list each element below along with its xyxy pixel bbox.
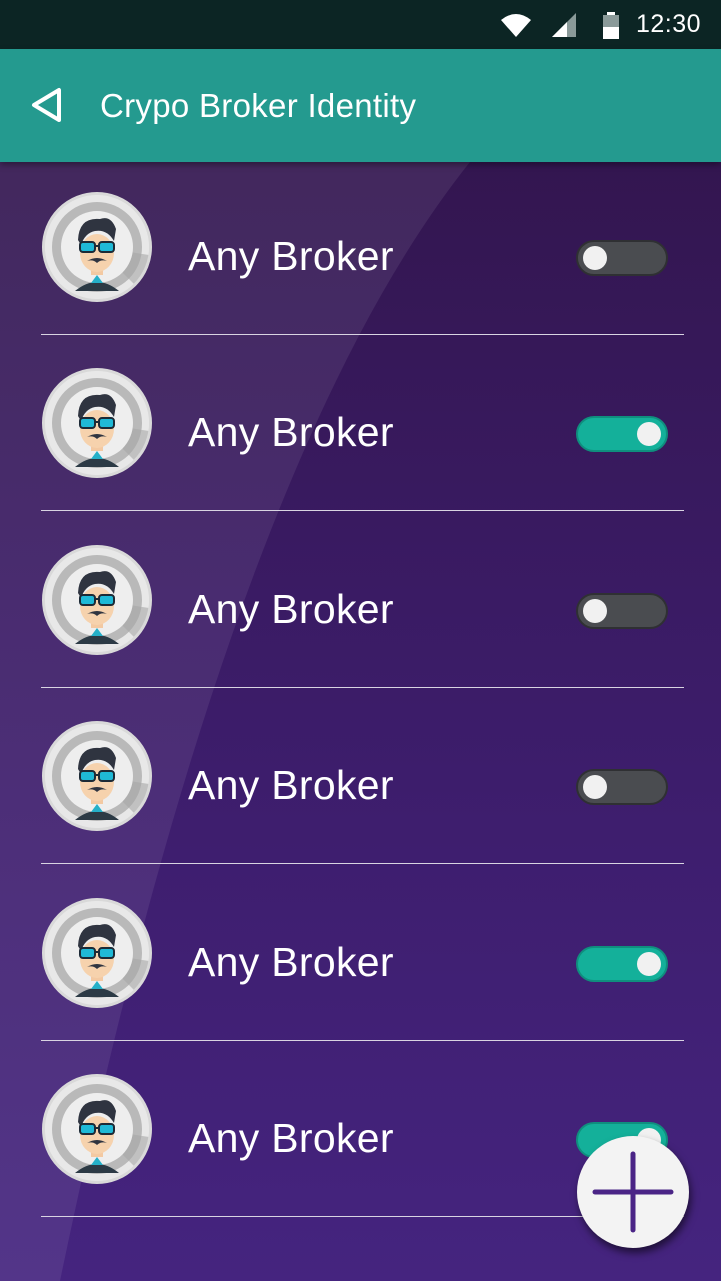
toggle-knob [583, 246, 607, 270]
broker-name: Any Broker [188, 409, 394, 455]
broker-name: Any Broker [188, 586, 394, 632]
broker-avatar [42, 721, 152, 831]
broker-avatar [42, 192, 152, 302]
back-button[interactable] [28, 85, 68, 125]
wifi-icon [501, 14, 531, 37]
broker-toggle[interactable] [576, 240, 668, 276]
broker-avatar [42, 1074, 152, 1184]
broker-row[interactable]: Any Broker [0, 868, 721, 1044]
broker-avatar [42, 368, 152, 478]
broker-row[interactable]: Any Broker [0, 691, 721, 867]
status-time: 12:30 [635, 10, 701, 38]
broker-avatar [42, 545, 152, 655]
broker-row[interactable]: Any Broker [0, 162, 721, 338]
row-divider [41, 863, 684, 864]
broker-name: Any Broker [188, 939, 394, 985]
row-divider [41, 334, 684, 335]
toggle-knob [637, 422, 661, 446]
page-title: Crypo Broker Identity [100, 87, 417, 124]
broker-toggle[interactable] [576, 416, 668, 452]
app-bar: Crypo Broker Identity [0, 49, 721, 162]
row-divider [41, 1040, 684, 1041]
add-broker-button[interactable] [577, 1136, 689, 1248]
battery-icon [603, 12, 619, 39]
row-divider [41, 510, 684, 511]
row-divider [41, 687, 684, 688]
broker-row[interactable]: Any Broker [0, 338, 721, 514]
broker-list-container[interactable]: Any Broker Any Broker Any Broker Any Bro… [0, 162, 721, 1281]
status-bar: 12:30 [0, 0, 721, 49]
back-icon [32, 88, 61, 122]
plus-icon [592, 1151, 674, 1233]
broker-toggle[interactable] [576, 769, 668, 805]
broker-row[interactable]: Any Broker [0, 515, 721, 691]
signal-icon [552, 13, 576, 37]
broker-toggle[interactable] [576, 593, 668, 629]
broker-toggle[interactable] [576, 946, 668, 982]
broker-name: Any Broker [188, 233, 394, 279]
toggle-knob [637, 952, 661, 976]
broker-name: Any Broker [188, 762, 394, 808]
toggle-knob [583, 599, 607, 623]
broker-name: Any Broker [188, 1115, 394, 1161]
broker-avatar [42, 898, 152, 1008]
toggle-knob [583, 775, 607, 799]
